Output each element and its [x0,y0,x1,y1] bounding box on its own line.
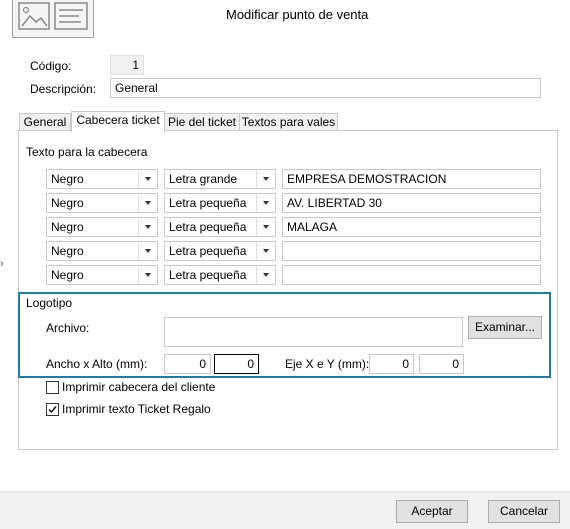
tab-general[interactable]: General [19,113,71,131]
size-select-value: Letra pequeña [169,268,247,282]
archivo-label: Archivo: [46,321,90,335]
header-image-icon [12,0,94,38]
descripcion-label: Descripción: [30,82,97,96]
color-select-value: Negro [51,196,84,210]
header-section-title: Texto para la cabecera [26,145,148,159]
chevron-down-icon[interactable] [138,242,157,260]
eje-y-field[interactable]: 0 [419,354,464,374]
ancho-field[interactable]: 0 [164,354,211,374]
tab-cabecera-ticket[interactable]: Cabecera ticket [71,111,165,132]
chevron-down-icon[interactable] [256,194,275,212]
color-select[interactable]: Negro [46,169,158,189]
size-select[interactable]: Letra pequeña [164,265,276,285]
color-select[interactable]: Negro [46,193,158,213]
chevron-down-icon[interactable] [256,170,275,188]
footer-bar [0,491,570,529]
color-select-value: Negro [51,268,84,282]
color-select-value: Negro [51,172,84,186]
examinar-button[interactable]: Examinar... [468,316,542,339]
checkmark-icon [48,406,57,414]
color-select-value: Negro [51,244,84,258]
header-text-input[interactable] [282,241,541,261]
size-select[interactable]: Letra grande [164,169,276,189]
chevron-down-icon[interactable] [256,218,275,236]
codigo-label: Código: [30,59,72,73]
size-select[interactable]: Letra pequeña [164,241,276,261]
size-select[interactable]: Letra pequeña [164,217,276,237]
size-select-value: Letra pequeña [169,196,247,210]
codigo-field[interactable]: 1 [110,55,144,75]
imprimir-regalo-label[interactable]: Imprimir texto Ticket Regalo [62,402,211,416]
pos-label: Eje X e Y (mm): [285,357,370,371]
chevron-down-icon[interactable] [256,266,275,284]
imprimir-regalo-checkbox[interactable] [46,403,59,416]
aceptar-button[interactable]: Aceptar [396,500,468,523]
window-title: Modificar punto de venta [226,7,369,22]
color-select[interactable]: Negro [46,265,158,285]
color-select-value: Negro [51,220,84,234]
color-select[interactable]: Negro [46,217,158,237]
header-text-input[interactable]: AV. LIBERTAD 30 [282,193,541,213]
descripcion-field[interactable]: General [110,78,541,98]
imprimir-cabecera-label[interactable]: Imprimir cabecera del cliente [62,380,215,394]
size-select-value: Letra pequeña [169,220,247,234]
eje-x-field[interactable]: 0 [369,354,414,374]
cancelar-button[interactable]: Cancelar [488,500,560,523]
chevron-down-icon[interactable] [138,218,157,236]
size-select-value: Letra grande [169,172,238,186]
chevron-right-icon[interactable]: › [0,258,4,270]
archivo-field[interactable] [164,317,463,347]
chevron-down-icon[interactable] [256,242,275,260]
imprimir-cabecera-checkbox[interactable] [46,381,59,394]
size-select[interactable]: Letra pequeña [164,193,276,213]
header-text-input[interactable]: EMPRESA DEMOSTRACION [282,169,541,189]
tab-pie-del-ticket[interactable]: Pie del ticket [164,113,240,131]
chevron-down-icon[interactable] [138,266,157,284]
logo-title: Logotipo [26,296,73,310]
chevron-down-icon[interactable] [138,170,157,188]
tab-textos-para-vales[interactable]: Textos para vales [239,113,338,131]
size-select-value: Letra pequeña [169,244,247,258]
alto-field[interactable]: 0 [214,354,259,374]
color-select[interactable]: Negro [46,241,158,261]
header-text-input[interactable] [282,265,541,285]
chevron-down-icon[interactable] [138,194,157,212]
size-label: Ancho x Alto (mm): [46,357,148,371]
header-text-input[interactable]: MALAGA [282,217,541,237]
